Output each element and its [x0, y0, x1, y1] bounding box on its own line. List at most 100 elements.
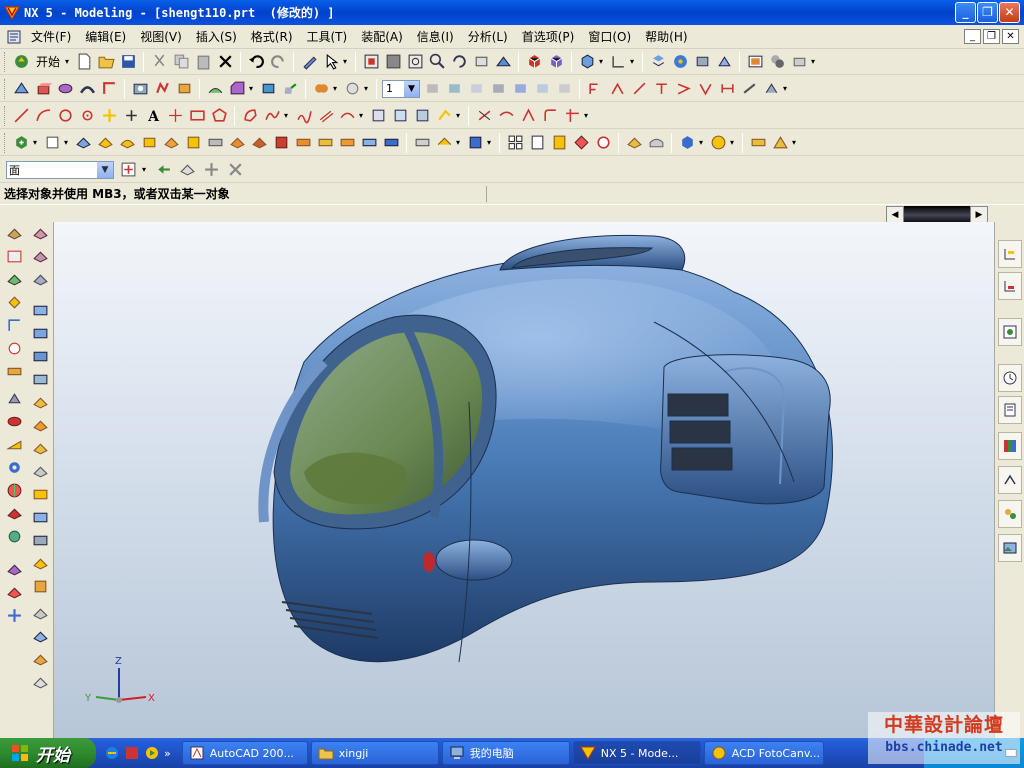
reuse-library-tab[interactable]: [998, 396, 1022, 424]
global-shaping-icon[interactable]: [30, 438, 50, 458]
patch-icon[interactable]: [337, 133, 357, 153]
torus-icon[interactable]: [4, 457, 24, 477]
system-scenes-tab[interactable]: [998, 534, 1022, 562]
menu-assemblies[interactable]: 装配(A): [354, 28, 410, 45]
shape-icon[interactable]: [4, 559, 24, 579]
open-folder-icon[interactable]: [96, 52, 116, 72]
intersection-curve-icon[interactable]: [390, 106, 410, 126]
face-blend-icon[interactable]: [624, 133, 644, 153]
extension-icon[interactable]: [271, 133, 291, 153]
menu-help[interactable]: 帮助(H): [638, 28, 694, 45]
book-icon[interactable]: [527, 133, 547, 153]
delete-icon[interactable]: [215, 52, 235, 72]
menu-window[interactable]: 窗口(O): [581, 28, 638, 45]
extrude-icon[interactable]: [33, 79, 53, 99]
history-tab[interactable]: [998, 364, 1022, 392]
circle-icon[interactable]: [55, 106, 75, 126]
tag-icon[interactable]: [571, 133, 591, 153]
bridge-curve-icon[interactable]: [337, 106, 357, 126]
boss-icon[interactable]: [152, 79, 172, 99]
menu-preferences[interactable]: 首选项(P): [515, 28, 582, 45]
bounded-plane-icon[interactable]: [161, 133, 181, 153]
ruled-surface-icon[interactable]: [139, 133, 159, 153]
stretch-curve-icon[interactable]: [562, 106, 582, 126]
pattern-grid-icon[interactable]: [505, 133, 525, 153]
pencil-icon[interactable]: [4, 361, 24, 381]
copy-layer-icon[interactable]: [692, 52, 712, 72]
autocad-icon[interactable]: [124, 745, 140, 761]
sketch-icon[interactable]: [11, 79, 31, 99]
analysis-reflection-icon[interactable]: [651, 79, 671, 99]
more-quick-launch-icon[interactable]: »: [164, 747, 171, 760]
wrap-icon[interactable]: [30, 672, 50, 692]
edit-object-icon[interactable]: [299, 52, 319, 72]
eraser-icon[interactable]: [177, 160, 197, 180]
divide-curve-icon[interactable]: [496, 106, 516, 126]
move-to-layer-icon[interactable]: [488, 79, 508, 99]
analysis-slope-icon[interactable]: [673, 79, 693, 99]
trim-sheet-icon[interactable]: [381, 133, 401, 153]
mirror-body-icon[interactable]: [412, 133, 432, 153]
smooth-icon[interactable]: [30, 415, 50, 435]
fillet-curve-icon[interactable]: [540, 106, 560, 126]
tube-icon[interactable]: [99, 79, 119, 99]
hole-icon[interactable]: [130, 79, 150, 99]
snap-point-icon[interactable]: [165, 106, 185, 126]
change-degree-icon[interactable]: [30, 346, 50, 366]
edit-curve-icon[interactable]: [518, 106, 538, 126]
refit-icon[interactable]: [30, 392, 50, 412]
blank-icon[interactable]: [714, 52, 734, 72]
pocket-icon[interactable]: [174, 79, 194, 99]
layer-select[interactable]: 1 ▼: [382, 79, 420, 98]
enlarge-icon[interactable]: [30, 269, 50, 289]
toolbar-grip[interactable]: [4, 78, 7, 99]
taper-icon[interactable]: [30, 626, 50, 646]
change-edge-icon[interactable]: [30, 323, 50, 343]
arc-icon[interactable]: [33, 106, 53, 126]
menu-tools[interactable]: 工具(T): [300, 28, 355, 45]
menu-insert[interactable]: 插入(S): [189, 28, 244, 45]
sphere-icon[interactable]: [708, 133, 728, 153]
split-body-icon[interactable]: [30, 649, 50, 669]
offset-surface-icon[interactable]: [249, 133, 269, 153]
close-button[interactable]: ✕: [999, 2, 1020, 23]
draft-icon[interactable]: [30, 603, 50, 623]
menu-format[interactable]: 格式(R): [244, 28, 300, 45]
wedge-icon[interactable]: [4, 434, 24, 454]
extract-curve-icon[interactable]: [434, 106, 454, 126]
type-filter-select[interactable]: 面 ▼: [6, 160, 114, 179]
menu-information[interactable]: 信息(I): [410, 28, 461, 45]
change-stiffness-icon[interactable]: [30, 369, 50, 389]
start-button[interactable]: 开始: [0, 738, 96, 768]
feature-edit-icon[interactable]: [4, 582, 24, 602]
menu-view[interactable]: 视图(V): [133, 28, 189, 45]
revolve-icon[interactable]: [55, 79, 75, 99]
feature-icon[interactable]: [593, 133, 613, 153]
zoom-icon[interactable]: [427, 52, 447, 72]
wcs-icon[interactable]: [608, 52, 628, 72]
x-form-icon[interactable]: [30, 246, 50, 266]
sweep-icon[interactable]: [77, 79, 97, 99]
n-sided-icon[interactable]: [183, 133, 203, 153]
spline-icon[interactable]: [262, 106, 282, 126]
chevron-down-icon[interactable]: ▼: [97, 161, 113, 178]
color-wheel-icon[interactable]: [4, 480, 24, 500]
dimension-icon[interactable]: [4, 315, 24, 335]
shell-icon[interactable]: [258, 79, 278, 99]
cylinder-icon[interactable]: [4, 411, 24, 431]
extract-geometry-icon[interactable]: [465, 133, 485, 153]
redo-icon[interactable]: [268, 52, 288, 72]
mdi-minimize-button[interactable]: _: [964, 29, 981, 44]
through-curves-icon[interactable]: [73, 133, 93, 153]
fit-view-icon[interactable]: [361, 52, 381, 72]
snap-settings-icon[interactable]: [201, 160, 221, 180]
arc-edit-icon[interactable]: [4, 338, 24, 358]
zoom-area-icon[interactable]: [405, 52, 425, 72]
selection-tool-icon[interactable]: [321, 52, 341, 72]
soft-blend-icon[interactable]: [646, 133, 666, 153]
constraint-icon[interactable]: [4, 292, 24, 312]
part-navigator-tab[interactable]: [998, 272, 1022, 300]
subtract-icon[interactable]: [342, 79, 362, 99]
shaded-icon[interactable]: [524, 52, 544, 72]
assembly-navigator-tab[interactable]: [998, 240, 1022, 268]
